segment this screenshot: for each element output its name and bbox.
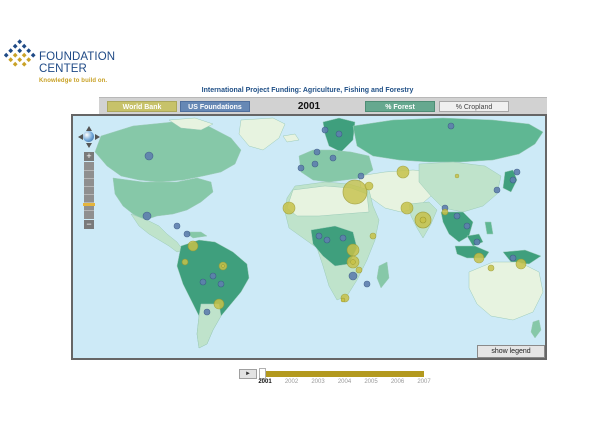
world-bank-marker[interactable] [346, 243, 360, 257]
world-bank-marker[interactable] [213, 298, 225, 310]
map-frame [71, 114, 547, 360]
world-bank-marker[interactable] [419, 216, 427, 224]
us-foundation-marker[interactable] [463, 222, 471, 230]
us-foundation-marker[interactable] [203, 308, 211, 316]
timeline-year-2001[interactable]: 2001 [253, 379, 277, 385]
map-navigation: + − [77, 125, 101, 229]
timeline-year-2006[interactable]: 2006 [386, 379, 410, 385]
world-bank-marker[interactable] [364, 181, 374, 191]
zoom-slider[interactable] [84, 162, 94, 219]
timeline-year-2004[interactable]: 2004 [333, 379, 357, 385]
us-foundation-marker[interactable] [199, 278, 207, 286]
timeline-year-2005[interactable]: 2005 [359, 379, 383, 385]
world-bank-toggle[interactable]: World Bank [107, 101, 177, 112]
world-map[interactable] [73, 116, 545, 358]
us-foundation-marker[interactable] [311, 160, 319, 168]
us-foundation-marker[interactable] [321, 126, 329, 134]
world-bank-marker[interactable] [181, 258, 189, 266]
south-america [176, 239, 250, 349]
australia [468, 261, 544, 321]
us-foundation-marker[interactable] [363, 280, 371, 288]
philippines [484, 221, 494, 235]
timeline-handle[interactable] [259, 368, 266, 379]
world-bank-marker[interactable] [515, 258, 527, 270]
us-foundation-marker[interactable] [313, 148, 321, 156]
us-foundation-marker[interactable] [473, 238, 481, 246]
world-bank-marker[interactable] [441, 208, 449, 216]
world-bank-marker[interactable] [340, 297, 346, 303]
us-foundation-marker[interactable] [493, 186, 501, 194]
iceland [282, 133, 300, 143]
world-bank-marker[interactable] [400, 201, 414, 215]
mexico [130, 213, 184, 253]
timeline-year-2007[interactable]: 2007 [412, 379, 436, 385]
world-bank-marker[interactable] [342, 179, 368, 205]
map-toolbar: World Bank US Foundations 2001 % Forest … [99, 97, 547, 115]
play-icon[interactable]: ► [239, 369, 257, 379]
russia [352, 117, 544, 163]
world-bank-marker[interactable] [355, 266, 363, 274]
us-foundation-marker[interactable] [209, 272, 217, 280]
world-bank-marker[interactable] [454, 173, 460, 179]
new-zealand [530, 319, 542, 339]
us-foundation-marker[interactable] [315, 232, 323, 240]
globe-icon[interactable] [83, 131, 94, 142]
us-foundation-marker[interactable] [297, 164, 305, 172]
world-bank-marker[interactable] [396, 165, 410, 179]
us-foundation-marker[interactable] [357, 172, 365, 180]
greenland [238, 117, 286, 151]
cropland-layer-button[interactable]: % Cropland [439, 101, 509, 112]
timeline-year-2003[interactable]: 2003 [306, 379, 330, 385]
us-foundation-marker[interactable] [323, 236, 331, 244]
us-foundation-marker[interactable] [173, 222, 181, 230]
world-bank-marker[interactable] [350, 259, 356, 265]
us-foundation-marker[interactable] [144, 151, 154, 161]
us-foundations-toggle[interactable]: US Foundations [180, 101, 250, 112]
foundation-center-logo: FOUNDATION CENTER Knowledge to build on. [4, 38, 144, 90]
us-foundation-marker[interactable] [447, 122, 455, 130]
world-bank-marker[interactable] [282, 201, 296, 215]
us-foundation-marker[interactable] [217, 280, 225, 288]
zoom-in-button[interactable]: + [84, 152, 94, 161]
forest-layer-button[interactable]: % Forest [365, 101, 435, 112]
us-foundation-marker[interactable] [509, 176, 517, 184]
us-foundation-marker[interactable] [183, 230, 191, 238]
us-foundation-marker[interactable] [339, 234, 347, 242]
timeline-track[interactable] [261, 371, 424, 377]
us-foundation-marker[interactable] [348, 271, 358, 281]
us-foundation-marker[interactable] [453, 212, 461, 220]
us-foundation-marker[interactable] [335, 130, 343, 138]
united-states [112, 177, 214, 221]
world-bank-marker[interactable] [187, 240, 199, 252]
logo-diamond-icon [4, 39, 36, 67]
pan-control [77, 125, 101, 149]
world-bank-marker[interactable] [487, 264, 495, 272]
logo-line-1: FOUNDATION [39, 51, 116, 63]
world-bank-marker[interactable] [473, 252, 485, 264]
madagascar [376, 261, 390, 289]
pan-right-icon[interactable] [95, 134, 100, 140]
us-foundation-marker[interactable] [513, 168, 521, 176]
current-year: 2001 [297, 101, 321, 112]
timeline-year-2002[interactable]: 2002 [280, 379, 304, 385]
world-bank-marker[interactable] [221, 264, 225, 268]
us-foundation-marker[interactable] [509, 254, 517, 262]
zoom-out-button[interactable]: − [84, 220, 94, 229]
page-title: International Project Funding: Agricultu… [201, 87, 414, 94]
logo-tagline: Knowledge to build on. [39, 78, 108, 84]
zoom-slider-handle[interactable] [83, 203, 95, 206]
us-foundation-marker[interactable] [329, 154, 337, 162]
show-legend-button[interactable]: show legend [477, 345, 545, 358]
world-bank-marker[interactable] [369, 232, 377, 240]
canada [94, 121, 242, 183]
logo-wordmark: FOUNDATION CENTER [39, 51, 115, 75]
pan-down-icon[interactable] [86, 143, 92, 148]
us-foundation-marker[interactable] [142, 211, 152, 221]
logo-line-2: CENTER [39, 63, 87, 75]
